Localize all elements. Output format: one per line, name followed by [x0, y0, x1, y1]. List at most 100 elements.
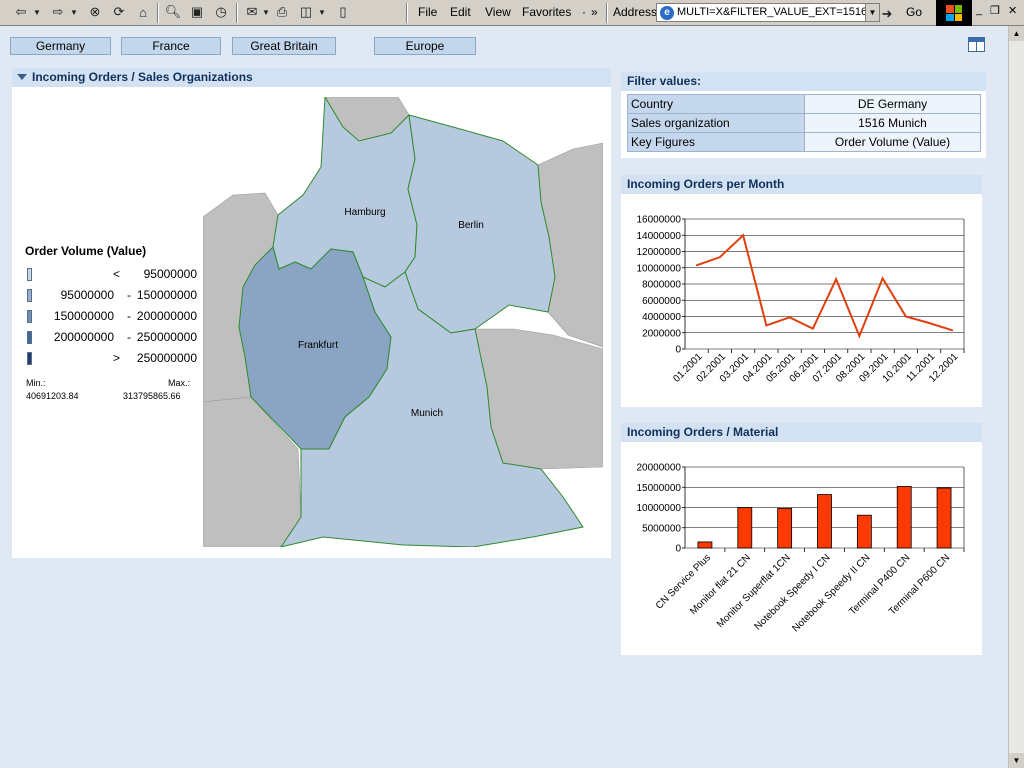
chevron-right-icon[interactable]: » — [591, 5, 598, 19]
legend-separator: - — [127, 288, 131, 302]
france-button[interactable]: France — [121, 37, 221, 55]
y-tick-label: 20000000 — [637, 463, 682, 474]
legend-separator: - — [127, 330, 131, 344]
restore-icon[interactable]: ❐ — [990, 4, 1000, 17]
favorites-icon[interactable]: ▣ — [188, 3, 206, 21]
address-input[interactable]: e MULTI=X&FILTER_VALUE_EXT=1516& ▼ — [656, 3, 880, 22]
go-arrow-icon[interactable]: ➜ — [881, 5, 893, 23]
legend-swatch — [27, 268, 32, 281]
legend-swatch — [27, 310, 32, 323]
layout-icon[interactable] — [968, 37, 985, 52]
forward-dropdown-icon[interactable]: ▼ — [70, 3, 78, 21]
print-icon[interactable]: ⎙ — [273, 3, 291, 21]
filter-value-sales-org[interactable]: 1516 Munich — [804, 113, 981, 133]
x-tick-label: Notebook Speedy II CN — [790, 552, 872, 634]
forward-arrow-icon[interactable]: ⇨ — [49, 3, 67, 21]
y-tick-label: 0 — [675, 345, 681, 356]
data-point — [765, 324, 768, 327]
y-tick-label: 2000000 — [642, 328, 681, 339]
legend-swatch — [27, 289, 32, 302]
scroll-up-icon[interactable]: ▲ — [1009, 26, 1024, 41]
mail-dropdown-icon[interactable]: ▼ — [262, 3, 270, 21]
close-icon[interactable]: ✕ — [1008, 4, 1017, 17]
toolbar-separator — [236, 3, 238, 23]
edit-dropdown-icon[interactable]: ▼ — [318, 3, 326, 21]
legend-row: >250000000 — [25, 351, 197, 366]
filter-row: Key Figures Order Volume (Value) — [627, 132, 981, 152]
search-icon[interactable]: 🔍︎ — [164, 3, 182, 21]
history-icon[interactable]: ◷ — [212, 3, 230, 21]
month-line-chart: 0 2000000 4000000 6000000 8000000 10000000 120… — [637, 215, 965, 385]
filter-value-key-figures[interactable]: Order Volume (Value) — [804, 132, 981, 152]
y-tick-label: 14000000 — [637, 231, 682, 242]
menu-more-icon[interactable]: · — [582, 5, 586, 19]
data-point — [951, 329, 954, 332]
address-label: Address — [613, 5, 658, 19]
legend-high: 250000000 — [136, 330, 197, 344]
y-tick-label: 4000000 — [642, 312, 681, 323]
label-berlin: Berlin — [458, 220, 484, 231]
legend-high: 95000000 — [143, 267, 197, 281]
data-point — [812, 327, 814, 330]
menu-edit[interactable]: Edit — [450, 5, 471, 19]
vertical-scrollbar[interactable]: ▲ ▼ — [1008, 26, 1024, 768]
bar — [896, 486, 912, 549]
legend-swatch — [27, 331, 32, 344]
edit-icon[interactable]: ◫ — [297, 3, 315, 21]
filter-panel: Filter values: Country DE Germany Sales … — [621, 72, 986, 158]
legend-low: 95000000 — [60, 288, 114, 302]
filter-table: Country DE Germany Sales organization 15… — [627, 94, 981, 152]
legend-high: 150000000 — [136, 288, 197, 302]
material-bar-chart: 05000000100000001500000020000000CN Servi… — [637, 463, 965, 634]
material-chart-header: Incoming Orders / Material — [621, 423, 982, 442]
legend-separator: - — [127, 309, 131, 323]
great-britain-button[interactable]: Great Britain — [232, 37, 336, 55]
y-tick-label: 12000000 — [637, 247, 682, 258]
filter-key-key-figures: Key Figures — [627, 132, 805, 152]
legend-low: < — [112, 267, 120, 281]
toolbar-separator — [406, 3, 408, 23]
discuss-icon[interactable]: ▯ — [334, 3, 352, 21]
menu-file[interactable]: File — [418, 5, 437, 19]
bar — [936, 487, 952, 549]
legend-row: 95000000-150000000 — [25, 288, 197, 303]
label-frankfurt: Frankfurt — [298, 340, 338, 351]
filter-panel-header: Filter values: — [621, 72, 986, 91]
legend-low: 150000000 — [53, 309, 114, 323]
europe-button[interactable]: Europe — [374, 37, 476, 55]
legend-title: Order Volume (Value) — [25, 244, 147, 258]
bar — [856, 514, 872, 549]
address-dropdown-icon[interactable]: ▼ — [865, 4, 879, 21]
back-arrow-icon[interactable]: ⇦ — [12, 3, 30, 21]
menu-view[interactable]: View — [485, 5, 511, 19]
minimize-icon[interactable]: _ — [976, 4, 982, 16]
address-value: MULTI=X&FILTER_VALUE_EXT=1516& — [677, 6, 875, 18]
go-button[interactable]: Go — [906, 5, 922, 19]
map-panel: Incoming Orders / Sales Organizations Or… — [12, 68, 611, 558]
data-point — [928, 322, 930, 324]
data-point — [858, 335, 861, 337]
y-tick-label: 5000000 — [642, 523, 681, 534]
filter-value-country[interactable]: DE Germany — [804, 94, 981, 114]
y-tick-label: 10000000 — [637, 263, 682, 274]
y-tick-label: 0 — [675, 544, 681, 555]
back-dropdown-icon[interactable]: ▼ — [33, 3, 41, 21]
scroll-down-icon[interactable]: ▼ — [1009, 753, 1024, 768]
series-line — [696, 233, 953, 339]
bar — [737, 507, 753, 549]
germany-button[interactable]: Germany — [10, 37, 111, 55]
bar — [777, 507, 793, 549]
menu-favorites[interactable]: Favorites — [522, 5, 571, 19]
max-value: 313795865.66 — [123, 391, 181, 401]
home-icon[interactable]: ⌂ — [134, 3, 152, 21]
legend-high: 200000000 — [136, 309, 197, 323]
refresh-icon[interactable]: ⟳ — [110, 3, 128, 21]
legend-row: <95000000 — [25, 267, 197, 282]
min-label: Min.: — [26, 378, 46, 388]
legend-swatch — [27, 352, 32, 365]
material-chart-panel: Incoming Orders / Material 0 5000000 10000… — [621, 423, 982, 655]
mail-icon[interactable]: ✉ — [243, 3, 261, 21]
legend-row: 200000000-250000000 — [25, 330, 197, 345]
stop-icon[interactable]: ⊗ — [86, 3, 104, 21]
collapse-triangle-icon[interactable] — [17, 74, 27, 80]
